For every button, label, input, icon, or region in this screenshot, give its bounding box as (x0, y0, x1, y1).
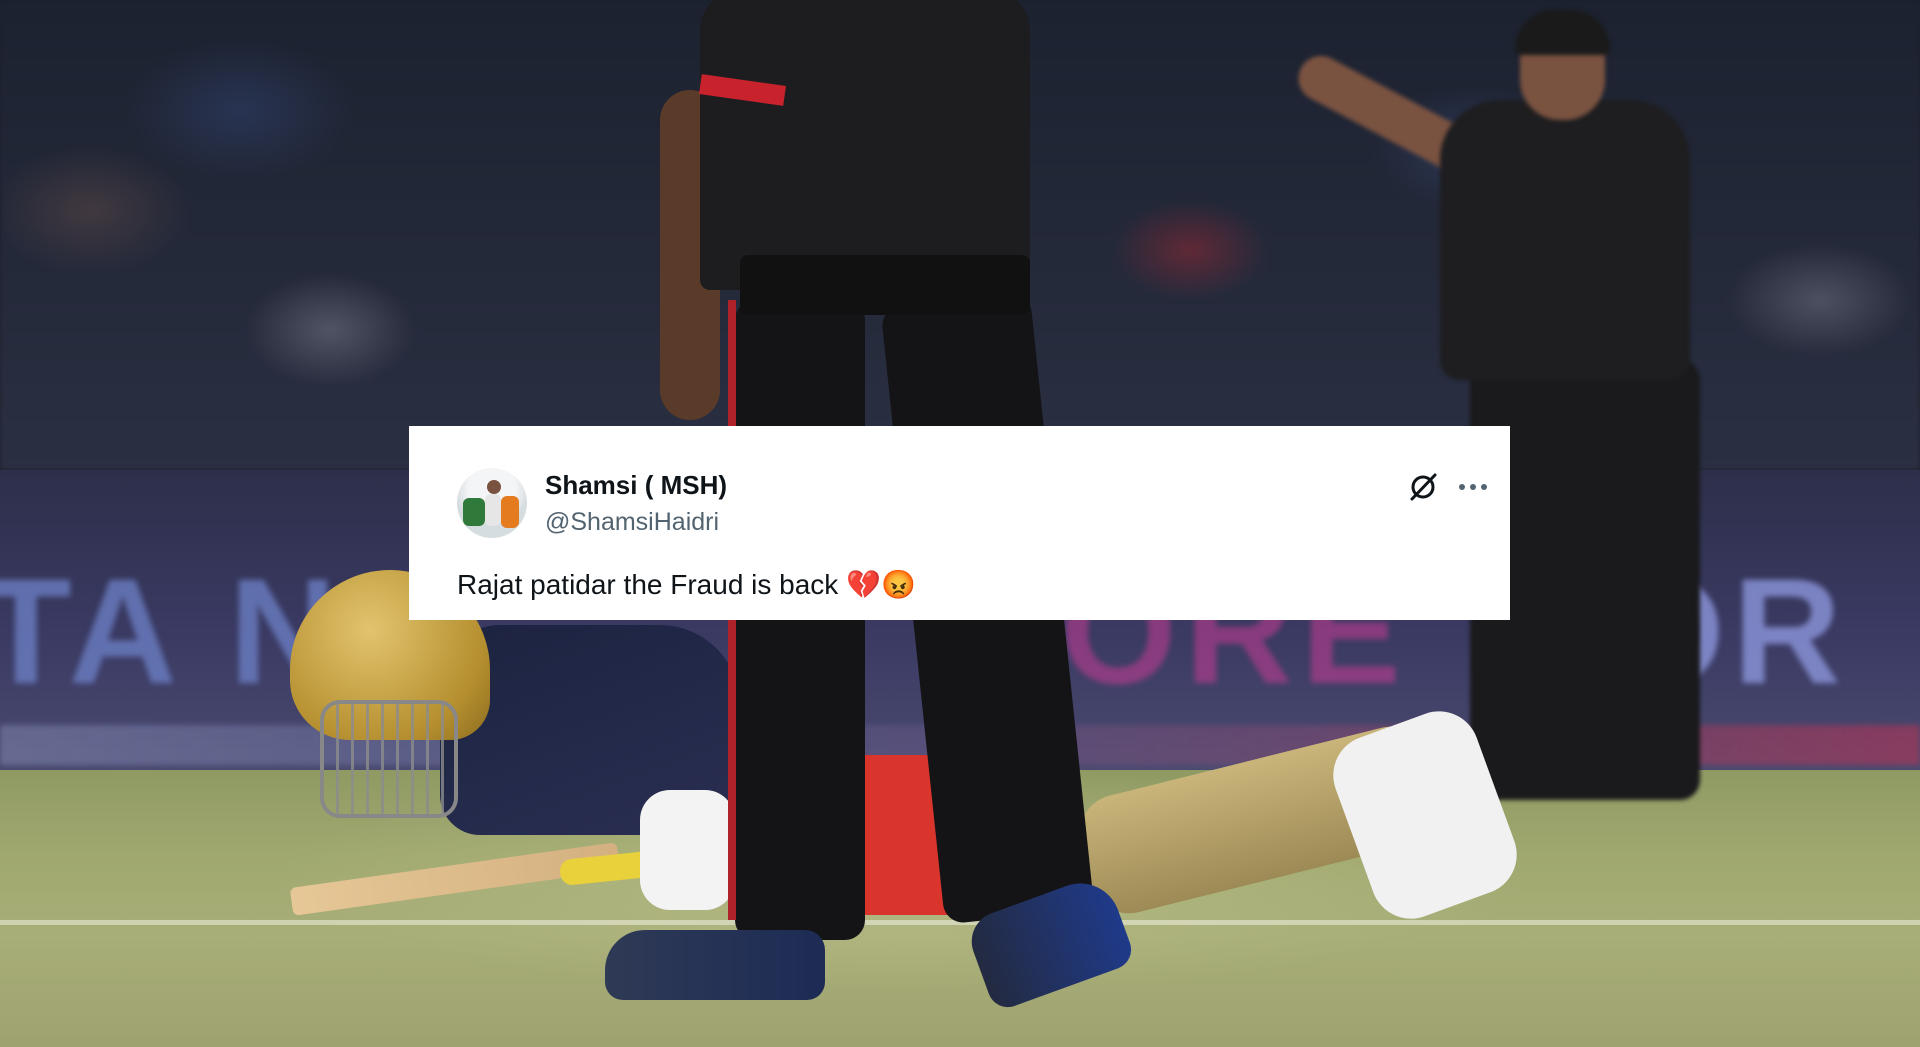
helmet-grille (320, 700, 458, 818)
more-options-icon[interactable] (1455, 470, 1491, 504)
tweet-card[interactable]: Shamsi ( MSH) @ShamsiHaidri Rajat patida… (409, 426, 1510, 620)
umpire-leg-left (735, 300, 865, 940)
tweet-text: Rajat patidar the Fraud is back 💔😡 (457, 569, 916, 600)
umpire-torso (700, 0, 1030, 290)
umpire-shoe-left (605, 930, 825, 1000)
grok-icon[interactable] (1406, 470, 1440, 504)
user-handle[interactable]: @ShamsiHaidri (545, 508, 719, 537)
display-name[interactable]: Shamsi ( MSH) (545, 470, 727, 501)
umpire-belt (740, 255, 1030, 315)
fielder-body (1440, 100, 1690, 380)
batting-glove (640, 790, 735, 910)
user-avatar[interactable] (457, 468, 527, 538)
